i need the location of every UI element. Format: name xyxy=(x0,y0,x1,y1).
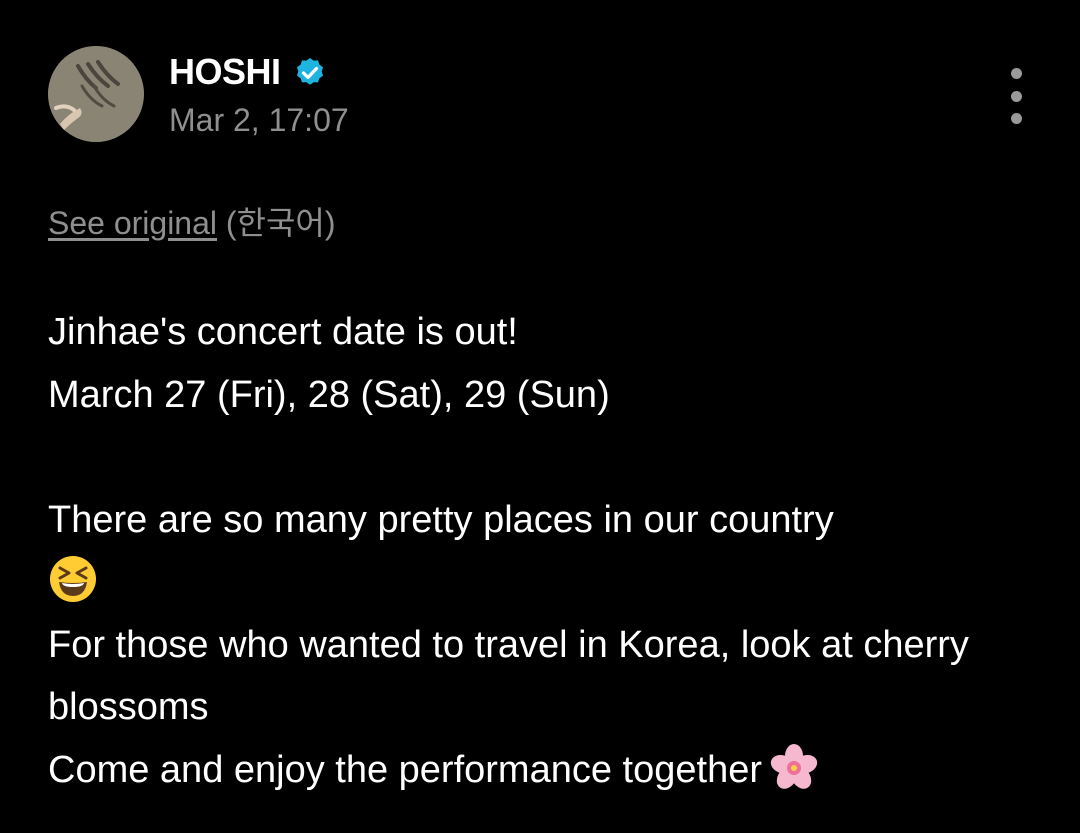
post-body: Jinhae's concert date is out! March 27 (… xyxy=(48,301,1048,801)
post-text: Come and enjoy the performance together xyxy=(48,748,762,791)
post-text-line: For those who wanted to travel in Korea,… xyxy=(48,623,969,729)
post-text: There are so many pretty places in our c… xyxy=(48,498,834,541)
original-language-label: (한국어) xyxy=(225,205,336,241)
post-header: HOSHI Mar 2, 17:07 xyxy=(48,46,1048,146)
cherry-blossom-emoji-icon xyxy=(770,743,818,789)
verified-badge-icon xyxy=(297,58,323,85)
post-text-line: Come and enjoy the performance together xyxy=(48,739,1048,802)
post-text-line: There are so many pretty places in our c… xyxy=(48,489,1048,614)
more-dot xyxy=(1010,90,1022,102)
post-timestamp: Mar 2, 17:07 xyxy=(169,102,349,138)
post-text-line: March 27 (Fri), 28 (Sat), 29 (Sun) xyxy=(48,373,610,416)
author-name[interactable]: HOSHI xyxy=(169,50,281,94)
post-text-line: Jinhae's concert date is out! xyxy=(48,311,518,353)
more-dot xyxy=(1010,68,1022,79)
see-original-link[interactable]: See original xyxy=(48,205,217,241)
grinning-squinting-face-emoji-icon xyxy=(50,556,96,602)
translation-row: See original (한국어) xyxy=(48,201,336,245)
author-avatar[interactable] xyxy=(48,46,144,142)
avatar-photo-icon xyxy=(48,46,144,142)
more-dot xyxy=(1010,113,1022,124)
more-options-icon[interactable] xyxy=(1004,68,1028,124)
